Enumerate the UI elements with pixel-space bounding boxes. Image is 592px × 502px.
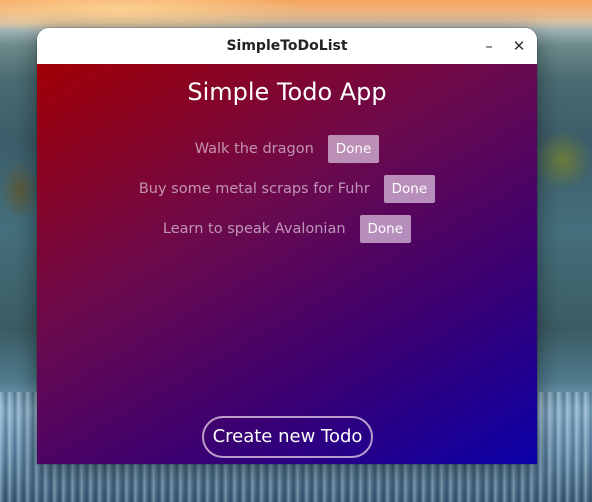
app-window: SimpleToDoList – ✕ Simple Todo App Walk …: [37, 28, 537, 464]
todo-text: Buy some metal scraps for Fuhr: [138, 181, 370, 197]
todo-text: Learn to speak Avalonian: [162, 221, 346, 237]
wallpaper-rock: [532, 130, 592, 190]
app-content: Simple Todo App Walk the dragon Done Buy…: [37, 64, 537, 464]
window-title: SimpleToDoList: [226, 38, 348, 54]
minimize-icon: –: [485, 37, 493, 55]
window-titlebar[interactable]: SimpleToDoList – ✕: [37, 28, 537, 64]
app-heading: Simple Todo App: [187, 78, 387, 106]
todo-item: Buy some metal scraps for Fuhr Done: [37, 174, 537, 204]
todo-item: Walk the dragon Done: [37, 134, 537, 164]
done-button[interactable]: Done: [327, 135, 380, 163]
done-button[interactable]: Done: [359, 215, 412, 243]
todo-item: Learn to speak Avalonian Done: [37, 214, 537, 244]
minimize-button[interactable]: –: [479, 36, 499, 56]
wallpaper-rock: [0, 160, 40, 220]
done-button[interactable]: Done: [383, 175, 436, 203]
close-icon: ✕: [512, 37, 526, 55]
todo-text: Walk the dragon: [194, 141, 314, 157]
create-todo-button[interactable]: Create new Todo: [202, 416, 373, 458]
close-button[interactable]: ✕: [509, 36, 529, 56]
